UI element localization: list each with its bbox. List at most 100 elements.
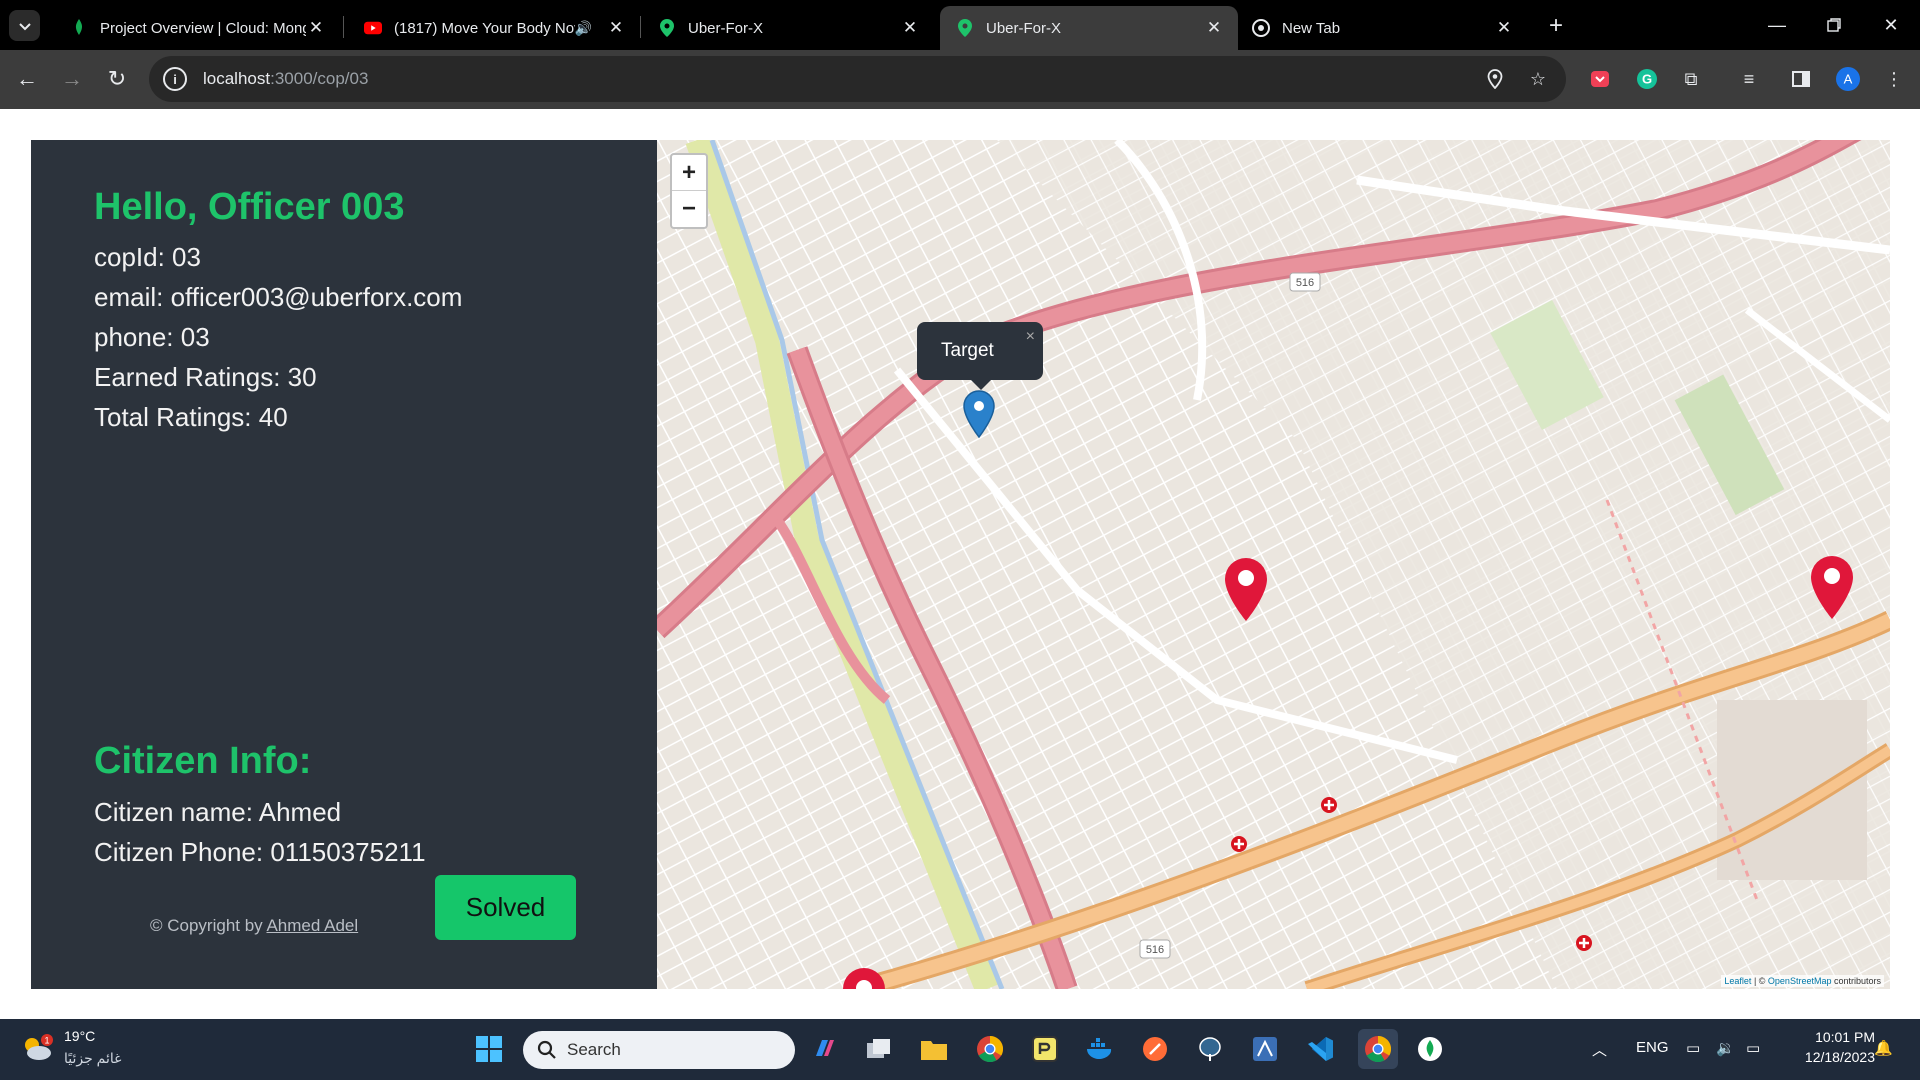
tab-uber-for-x[interactable]: Uber-For-X ✕ — [642, 6, 934, 50]
search-icon — [537, 1040, 556, 1059]
chrome-profile-icon[interactable] — [1358, 1029, 1398, 1069]
tab-youtube[interactable]: (1817) Move Your Body Nov 🔊 ✕ — [348, 6, 640, 50]
map-container[interactable]: 516 516 + − Target × Leaflet | © OpenStr… — [657, 140, 1890, 989]
grammarly-icon[interactable]: G — [1633, 65, 1661, 93]
close-icon[interactable]: ✕ — [900, 18, 920, 38]
postgres-elephant-icon[interactable] — [1193, 1032, 1227, 1066]
close-icon[interactable]: ✕ — [306, 18, 326, 38]
svg-text:A: A — [1844, 72, 1853, 87]
forward-button[interactable]: → — [55, 62, 89, 96]
tab-new-tab[interactable]: New Tab ✕ — [1236, 6, 1528, 50]
close-window-button[interactable]: ✕ — [1862, 0, 1920, 50]
hospital-icon — [1321, 797, 1337, 813]
author-link[interactable]: Ahmed Adel — [266, 916, 358, 935]
restore-button[interactable] — [1805, 0, 1863, 50]
windows-start-icon[interactable] — [472, 1032, 506, 1066]
star-icon[interactable]: ☆ — [1526, 67, 1550, 91]
copilot-icon[interactable] — [808, 1032, 842, 1066]
side-panel-icon[interactable] — [1787, 65, 1815, 93]
tab-title: Project Overview | Cloud: Mong — [100, 19, 306, 37]
tab-title: New Tab — [1282, 19, 1341, 37]
address-bar[interactable]: i localhost:3000/cop/03 ☆ — [149, 56, 1566, 102]
minimize-button[interactable]: — — [1748, 0, 1806, 50]
zoom-in-button[interactable]: + — [672, 155, 706, 191]
new-tab-button[interactable]: + — [1542, 12, 1570, 40]
chrome-icon — [1252, 19, 1270, 37]
speaker-icon[interactable]: 🔊 — [575, 20, 592, 37]
officer-phone: phone: 03 — [94, 322, 210, 352]
clock-date: 12/18/2023 — [1804, 1049, 1875, 1065]
map-tiles[interactable]: 516 516 — [657, 140, 1890, 989]
road-shield-label: 516 — [1296, 277, 1314, 289]
chevron-up-icon[interactable]: ︿ — [1592, 1039, 1607, 1060]
map-pin-icon — [956, 19, 974, 37]
pocket-icon[interactable] — [1586, 65, 1614, 93]
copyright-prefix: © Copyright by — [150, 916, 267, 935]
docker-icon[interactable] — [1083, 1032, 1117, 1066]
officer-greeting: Hello, Officer 003 — [94, 186, 405, 228]
vscode-icon[interactable] — [1303, 1032, 1337, 1066]
citizen-info-heading: Citizen Info: — [94, 740, 312, 782]
tab-title: Uber-For-X — [688, 19, 764, 37]
target-popup: Target × — [917, 322, 1043, 390]
tab-title: Uber-For-X — [986, 19, 1062, 37]
road-shield-label: 516 — [1146, 944, 1164, 956]
postman-icon[interactable] — [1138, 1032, 1172, 1066]
tab-uber-for-x-active[interactable]: Uber-For-X ✕ — [940, 6, 1238, 50]
restore-icon — [1827, 18, 1841, 32]
tab-search-button[interactable] — [9, 10, 40, 41]
back-button[interactable]: ← — [10, 62, 44, 96]
close-icon[interactable]: ✕ — [1204, 18, 1224, 38]
reload-button[interactable]: ↻ — [100, 62, 134, 96]
mongodb-compass-icon[interactable] — [1413, 1032, 1447, 1066]
tab-strip: Project Overview | Cloud: Mong ✕ (1817) … — [0, 0, 1920, 50]
close-icon[interactable]: ✕ — [606, 18, 626, 38]
map-pin-icon — [658, 19, 676, 37]
browser-toolbar: ← → ↻ i localhost:3000/cop/03 ☆ G ⧉ ≡ A … — [0, 50, 1920, 109]
network-icon[interactable]: ▭ — [1686, 1039, 1700, 1057]
notification-bell-icon[interactable]: 🔔 — [1874, 1039, 1893, 1057]
battery-icon[interactable]: ▭ — [1746, 1039, 1760, 1057]
officer-earned-ratings: Earned Ratings: 30 — [94, 362, 317, 392]
taskbar-search[interactable]: Search — [523, 1031, 795, 1069]
officer-panel: Hello, Officer 003 copId: 03 email: offi… — [31, 140, 657, 989]
weather-temperature: 19°C — [64, 1028, 96, 1044]
chevron-down-icon — [18, 22, 31, 30]
extensions-icon[interactable]: ⧉ — [1677, 65, 1705, 93]
profile-avatar[interactable]: A — [1834, 65, 1862, 93]
zoom-out-button[interactable]: − — [672, 191, 706, 227]
officer-email: email: officer003@uberforx.com — [94, 282, 463, 312]
weather-icon[interactable]: 1 — [20, 1031, 54, 1065]
chrome-icon[interactable] — [973, 1032, 1007, 1066]
close-icon[interactable]: ✕ — [1494, 18, 1514, 38]
officer-total-ratings: Total Ratings: 40 — [94, 402, 288, 432]
url-text[interactable]: localhost:3000/cop/03 — [203, 69, 368, 89]
tab-divider — [343, 16, 344, 38]
hospital-icon — [1231, 836, 1247, 852]
tab-mongodb[interactable]: Project Overview | Cloud: Mong ✕ — [54, 6, 340, 50]
leaflet-link[interactable]: Leaflet — [1724, 976, 1751, 986]
volume-icon[interactable]: 🔉 — [1716, 1039, 1735, 1057]
attribution-suffix: contributors — [1831, 976, 1881, 986]
location-icon[interactable] — [1483, 67, 1507, 91]
file-explorer-icon[interactable] — [917, 1032, 951, 1066]
media-control-icon[interactable]: ≡ — [1735, 65, 1763, 93]
osm-link[interactable]: OpenStreetMap — [1768, 976, 1832, 986]
close-icon[interactable]: × — [1026, 328, 1035, 346]
url-host: localhost — [203, 69, 271, 88]
solved-button[interactable]: Solved — [435, 875, 576, 940]
task-view-icon[interactable] — [862, 1032, 896, 1066]
language-indicator[interactable]: ENG — [1636, 1039, 1669, 1056]
copyright: © Copyright by Ahmed Adel — [150, 916, 358, 936]
tab-title: (1817) Move Your Body Nov — [394, 19, 575, 37]
system-clock[interactable]: 10:01 PM 12/18/2023 — [1775, 1029, 1875, 1065]
url-path: :3000/cop/03 — [270, 69, 369, 88]
web-page: Hello, Officer 003 copId: 03 email: offi… — [0, 109, 1920, 1019]
site-info-icon[interactable]: i — [163, 67, 187, 91]
app-icon[interactable] — [1248, 1032, 1282, 1066]
app-icon[interactable] — [1028, 1032, 1062, 1066]
weather-badge: 1 — [44, 1036, 49, 1046]
youtube-icon — [364, 19, 382, 37]
minimize-icon: — — [1768, 14, 1786, 35]
menu-kebab-icon[interactable]: ⋮ — [1880, 65, 1908, 93]
